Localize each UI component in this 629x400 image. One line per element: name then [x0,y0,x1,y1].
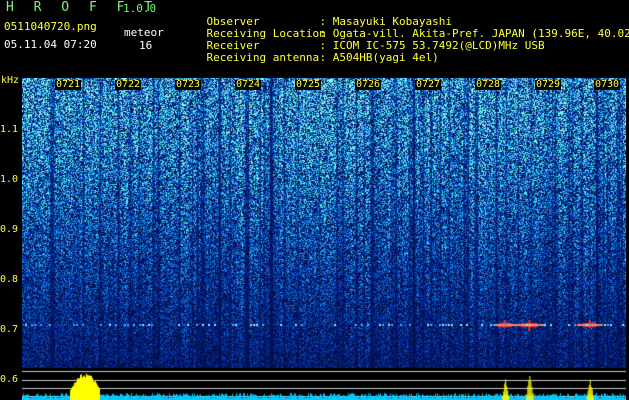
x-tick-label: 0722 [115,79,142,90]
x-tick-label: 0723 [175,79,202,90]
spectrogram-canvas [22,78,626,400]
y-tick-label: 1.1 [0,124,19,135]
header-panel: H R O F F T 1.0.0 0511040720.png 05.11.0… [0,0,629,74]
info-key: Receiving antenna [206,51,320,64]
capture-filename: 0511040720.png [4,20,97,33]
x-tick-label: 0726 [355,79,382,90]
meteor-label: meteor [124,26,164,39]
x-tick-label: 0730 [594,79,621,90]
x-tick-label: 0724 [235,79,262,90]
x-tick-label: 0728 [475,79,502,90]
x-tick-label: 0721 [55,79,82,90]
info-row-antenna: Receiving antenna: A504HB(yagi 4el) [180,40,439,76]
y-tick-label: 1.0 [0,174,19,185]
y-tick-label: 0.9 [0,224,19,235]
x-tick-label: 0727 [415,79,442,90]
capture-datetime: 05.11.04 07:20 [4,38,97,51]
y-tick-label: 0.6 [0,374,19,385]
info-sep: : [319,51,327,64]
x-tick-label: 0725 [295,79,322,90]
x-tick-label: 0729 [535,79,562,90]
spectrogram-panel [22,78,626,400]
meteor-count: 16 [139,39,153,52]
y-tick-label: 0.7 [0,324,19,335]
app-version: 1.0.0 [123,2,157,15]
y-tick-label: 0.8 [0,274,19,285]
info-value: A504HB(yagi 4el) [332,51,439,64]
y-axis-unit: kHz [1,75,20,86]
